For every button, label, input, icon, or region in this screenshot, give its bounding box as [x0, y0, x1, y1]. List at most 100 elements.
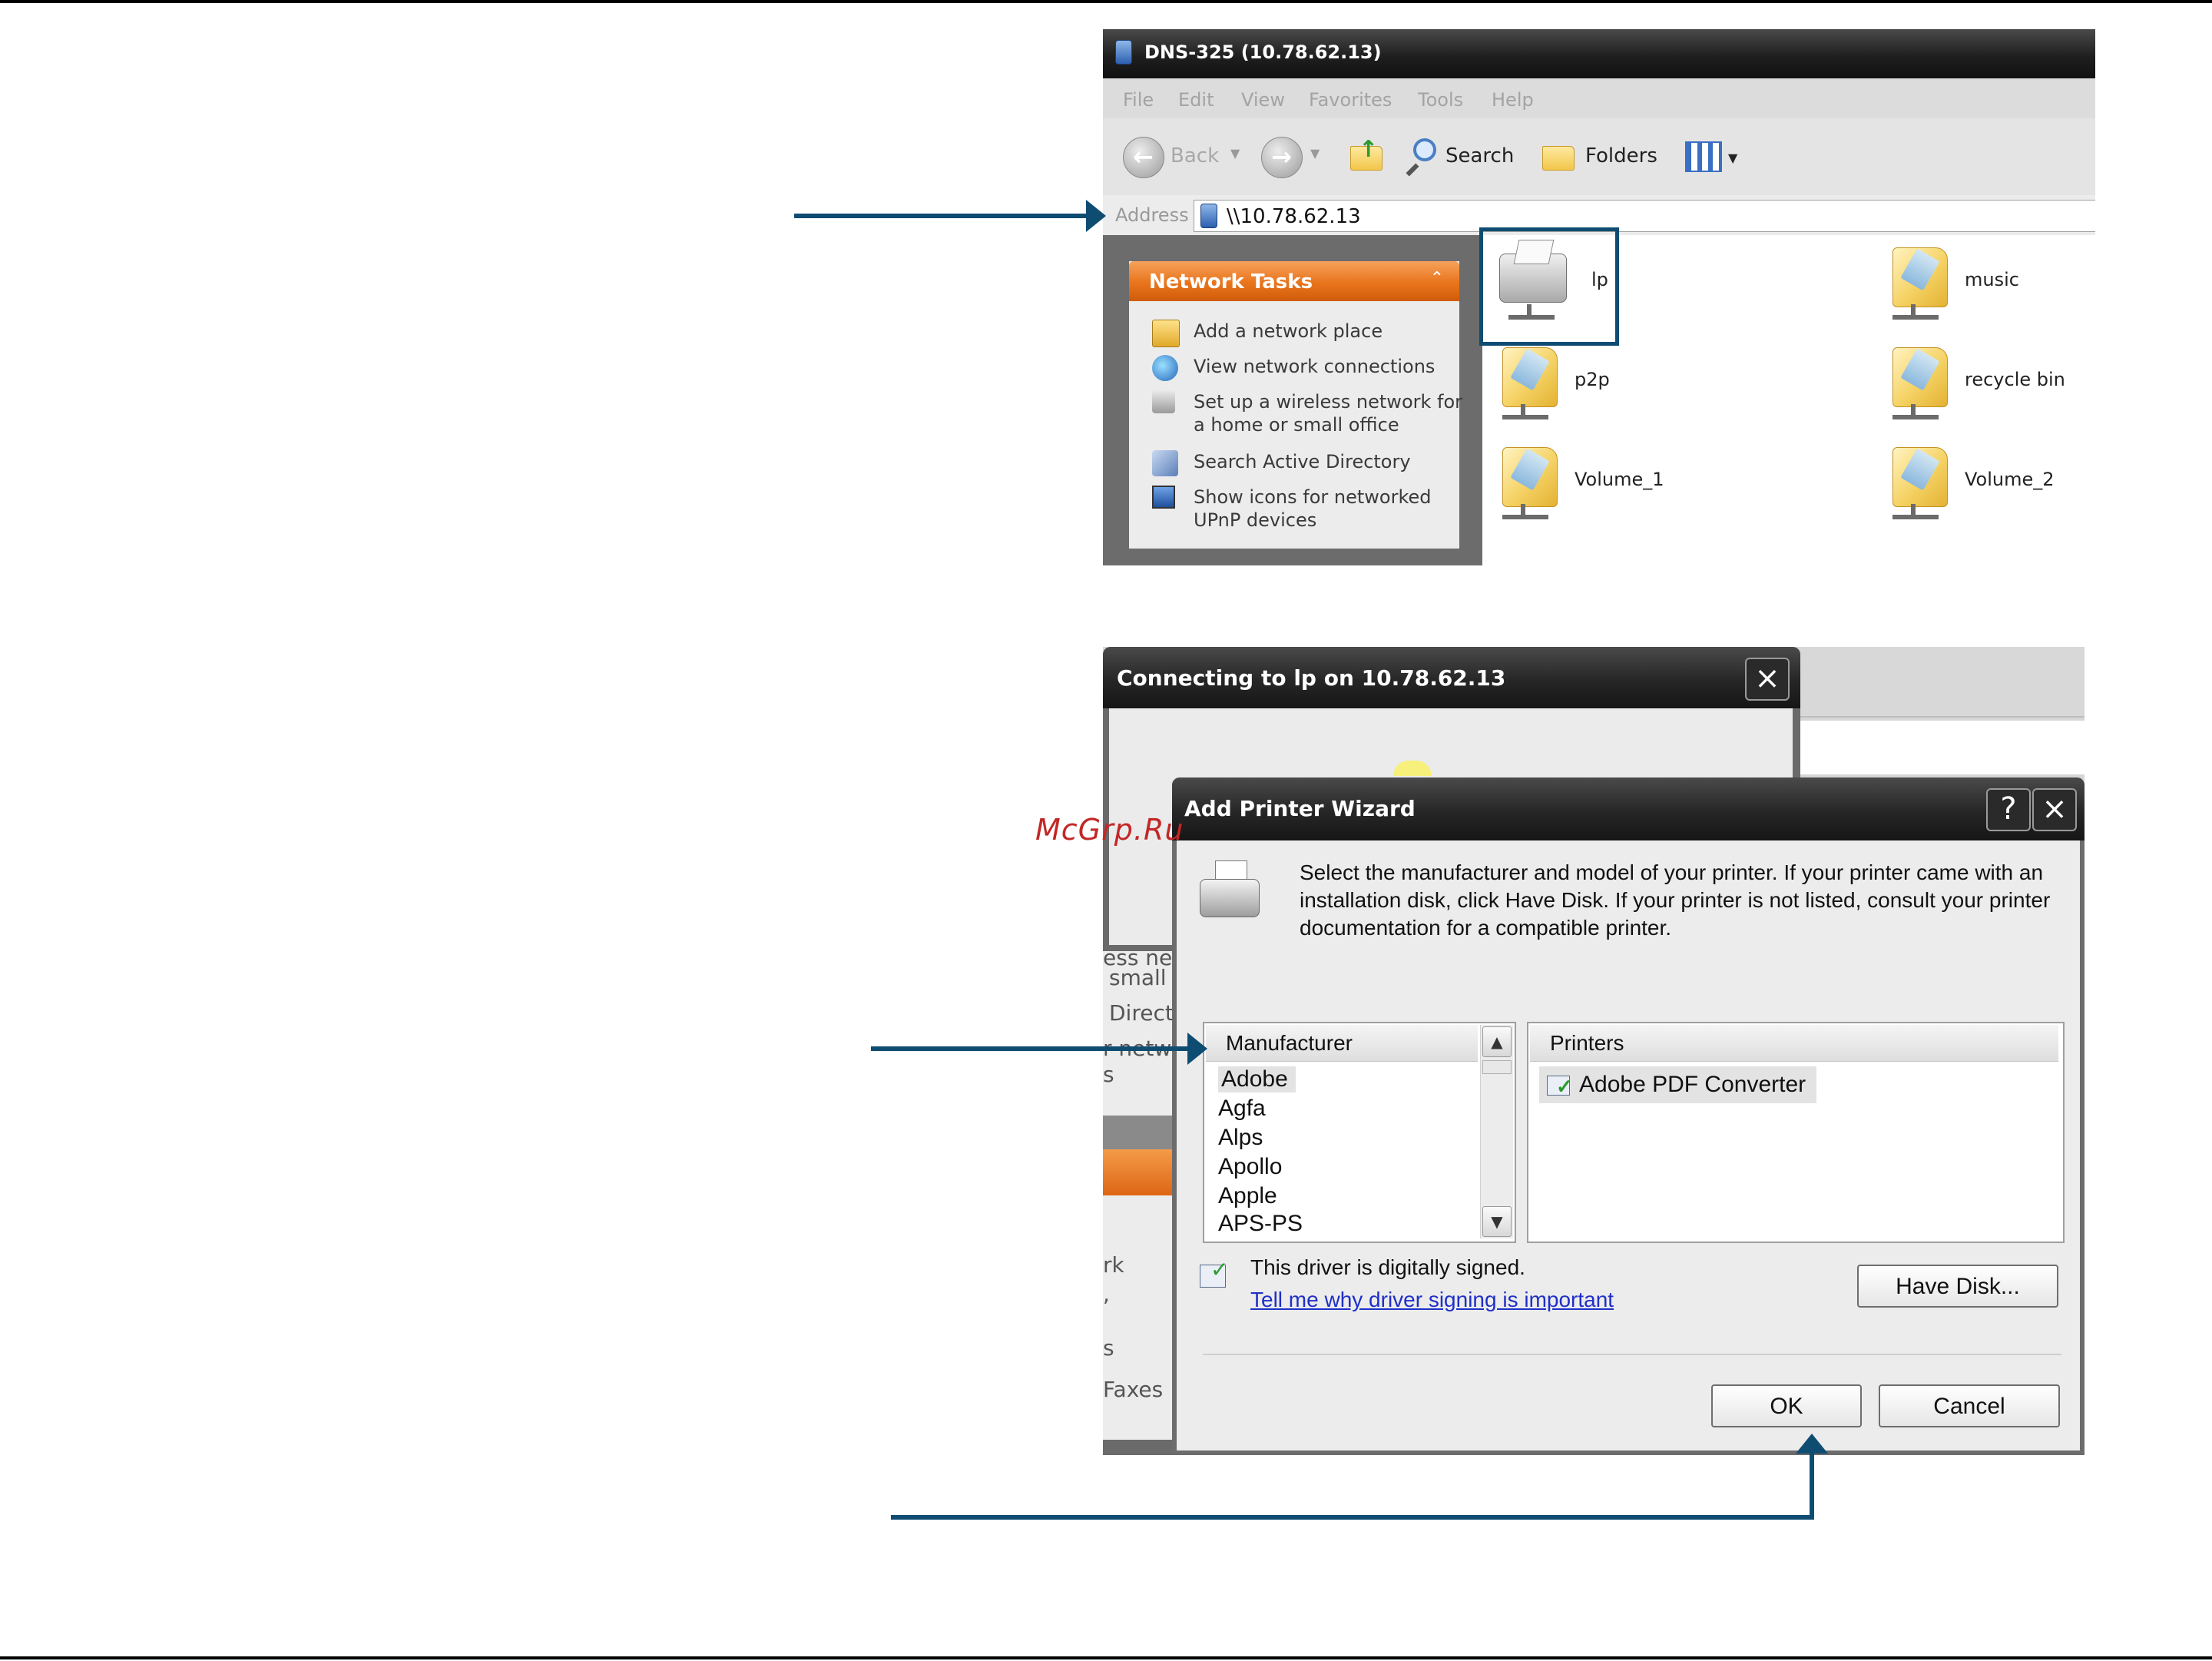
- help-button[interactable]: ?: [1986, 788, 2031, 831]
- shared-folder-icon: [1888, 439, 1949, 524]
- share-volume-2[interactable]: Volume_2: [1888, 439, 2088, 524]
- connecting-title: Connecting to lp on 10.78.62.13: [1117, 665, 1506, 691]
- views-dropdown-icon: ▼: [1728, 151, 1738, 165]
- explorer-title: DNS-325 (10.78.62.13): [1144, 41, 1382, 63]
- net-bar: [1892, 415, 1939, 419]
- ok-callout-arrowhead: [1796, 1434, 1828, 1454]
- back-arrow-icon: ←: [1133, 142, 1154, 171]
- menu-edit[interactable]: Edit: [1178, 89, 1214, 111]
- network-tasks-header[interactable]: Network Tasks ⌃: [1129, 261, 1459, 301]
- net-bar: [1502, 415, 1548, 419]
- address-callout-arrowhead: [1086, 200, 1106, 232]
- driver-signing-link[interactable]: Tell me why driver signing is important: [1250, 1288, 1614, 1312]
- ok-callout-horizontal: [891, 1515, 1814, 1520]
- search-handle-icon: [1406, 163, 1419, 177]
- up-folder-button[interactable]: ↑: [1350, 136, 1382, 171]
- button-separator: [1203, 1354, 2061, 1355]
- printer-item[interactable]: ✓ Adobe PDF Converter: [1539, 1066, 1817, 1103]
- menu-help[interactable]: Help: [1492, 89, 1534, 111]
- share-p2p[interactable]: p2p: [1498, 340, 1697, 424]
- top-rule: [0, 0, 2212, 3]
- shared-folder-icon: [1498, 439, 1559, 524]
- share-recycle-bin[interactable]: recycle bin: [1888, 340, 2088, 424]
- manufacturer-list[interactable]: Manufacturer Adobe Agfa Alps Apollo Appl…: [1203, 1022, 1516, 1243]
- forward-button[interactable]: →: [1261, 137, 1303, 178]
- fragment-text: Faxes: [1103, 1377, 1164, 1402]
- address-drive-icon: [1200, 204, 1217, 228]
- close-icon: ×: [2041, 791, 2068, 827]
- network-tasks-title: Network Tasks: [1149, 270, 1313, 293]
- share-label: Volume_1: [1575, 469, 1664, 490]
- cancel-button[interactable]: Cancel: [1879, 1384, 2060, 1427]
- manufacturer-item[interactable]: Alps: [1218, 1125, 1263, 1151]
- signed-driver-icon: ✓: [1547, 1073, 1573, 1098]
- fragment-text: s: [1103, 1335, 1114, 1361]
- folders-button[interactable]: Folders: [1542, 135, 1657, 178]
- bottom-rule: [0, 1656, 2212, 1659]
- manufacturer-callout-line: [871, 1046, 1197, 1051]
- shared-folder-icon: [1498, 340, 1559, 424]
- wizard-close-button[interactable]: ×: [2032, 788, 2077, 831]
- upnp-devices-icon: [1152, 486, 1175, 509]
- signed-driver-icon: ✓: [1200, 1257, 1230, 1291]
- network-tasks-panel: Network Tasks ⌃ Add a network place View…: [1129, 261, 1462, 549]
- fragment-header: [1103, 1116, 1174, 1149]
- folder-body: [1892, 347, 1948, 407]
- connecting-close-button[interactable]: ×: [1745, 658, 1790, 701]
- back-label[interactable]: Back: [1171, 144, 1219, 167]
- address-value: \\10.78.62.13: [1227, 205, 1361, 228]
- wizard-instructions: Select the manufacturer and model of you…: [1300, 860, 2051, 940]
- folder-body: [1892, 447, 1948, 507]
- net-bar: [1892, 515, 1939, 519]
- fragment-text: small: [1109, 965, 1167, 990]
- address-callout-line: [794, 214, 1094, 218]
- manufacturer-item[interactable]: APS-PS: [1218, 1211, 1303, 1237]
- address-input[interactable]: \\10.78.62.13: [1194, 200, 2095, 232]
- collapse-chevron-icon[interactable]: ⌃: [1430, 269, 1444, 288]
- menu-bar: File Edit View Favorites Tools Help: [1103, 78, 2095, 119]
- wizard-title: Add Printer Wizard: [1184, 796, 1416, 821]
- close-icon: ×: [1754, 661, 1780, 696]
- explorer-toolbar: ← Back ▼ → ▼ ↑ Search Folders ▼: [1103, 118, 2095, 196]
- scroll-thumb[interactable]: [1482, 1060, 1512, 1074]
- task-label: Set up a wireless network for a home or …: [1194, 391, 1463, 436]
- back-dropdown-icon[interactable]: ▼: [1230, 146, 1240, 161]
- fragment-orange-header: [1103, 1149, 1174, 1195]
- folders-icon: [1542, 146, 1575, 171]
- manufacturer-item[interactable]: Apple: [1218, 1183, 1277, 1209]
- manufacturer-item[interactable]: Agfa: [1218, 1096, 1266, 1122]
- printers-list[interactable]: Printers ✓ Adobe PDF Converter: [1527, 1022, 2065, 1243]
- menu-tools[interactable]: Tools: [1418, 89, 1463, 111]
- up-arrow-icon: ↑: [1359, 136, 1379, 163]
- have-disk-button[interactable]: Have Disk...: [1857, 1265, 2058, 1308]
- menu-favorites[interactable]: Favorites: [1309, 89, 1392, 111]
- menu-file[interactable]: File: [1123, 89, 1154, 111]
- wireless-setup-icon: [1152, 390, 1175, 413]
- back-button[interactable]: ←: [1123, 137, 1164, 178]
- forward-dropdown-icon[interactable]: ▼: [1310, 146, 1320, 161]
- manufacturer-header: Manufacturer: [1206, 1025, 1478, 1062]
- task-label: View network connections: [1194, 356, 1435, 377]
- search-button[interactable]: Search: [1406, 135, 1525, 178]
- share-label: recycle bin: [1965, 369, 2065, 390]
- share-volume-1[interactable]: Volume_1: [1498, 439, 1697, 524]
- share-label: Volume_2: [1965, 469, 2055, 490]
- menu-view[interactable]: View: [1241, 89, 1285, 111]
- background-window-fragment: ess ne small Direct r netw s rk , s Faxe…: [1103, 951, 1174, 1455]
- manufacturer-item[interactable]: Adobe: [1218, 1066, 1296, 1092]
- task-label: Add a network place: [1194, 320, 1383, 342]
- explorer-titlebar: DNS-325 (10.78.62.13): [1103, 29, 2095, 78]
- scroll-down-icon[interactable]: ▼: [1482, 1206, 1512, 1237]
- scroll-up-icon[interactable]: ▲: [1482, 1026, 1512, 1057]
- manufacturer-item[interactable]: Apollo: [1218, 1154, 1282, 1180]
- fragment-text: rk: [1103, 1252, 1124, 1278]
- network-connections-icon: [1152, 355, 1178, 381]
- views-button[interactable]: ▼: [1685, 141, 1747, 175]
- share-music[interactable]: music: [1888, 240, 2088, 324]
- manufacturer-scrollbar[interactable]: ▲ ▼: [1480, 1025, 1513, 1238]
- manufacturer-callout-arrowhead: [1187, 1033, 1207, 1065]
- shared-folder-icon: [1888, 340, 1949, 424]
- share-label: p2p: [1575, 369, 1610, 390]
- ok-button[interactable]: OK: [1711, 1384, 1862, 1427]
- check-icon: ✓: [1210, 1257, 1229, 1282]
